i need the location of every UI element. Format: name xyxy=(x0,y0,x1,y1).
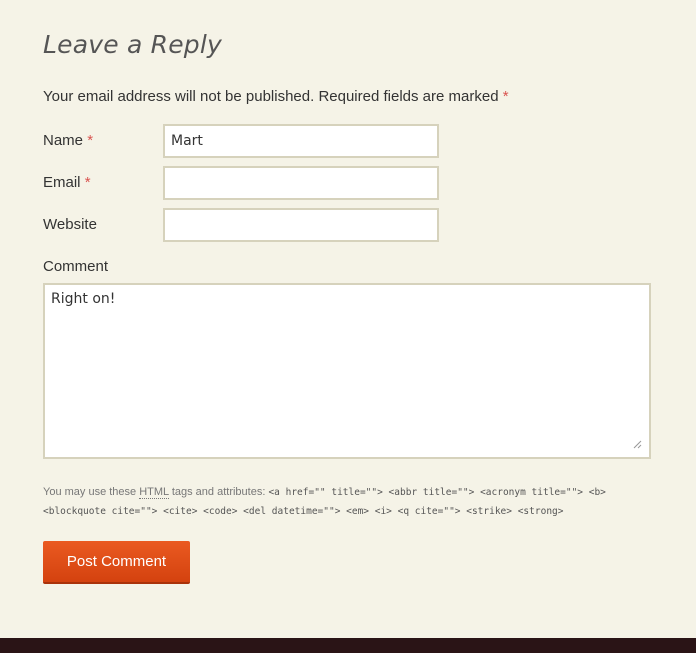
email-row: Email * xyxy=(43,166,463,200)
post-comment-button[interactable]: Post Comment xyxy=(43,541,190,584)
email-input[interactable] xyxy=(163,166,439,200)
website-row: Website xyxy=(43,208,463,242)
comment-notes: Your email address will not be published… xyxy=(43,88,509,105)
reply-title: Leave a Reply xyxy=(43,30,222,59)
name-label-text: Name xyxy=(43,132,84,149)
comment-textarea[interactable]: Right on! xyxy=(43,283,651,459)
email-label-text: Email xyxy=(43,174,81,191)
html-abbr: HTML xyxy=(139,486,169,499)
name-row: Name * xyxy=(43,124,463,158)
name-input[interactable] xyxy=(163,124,439,158)
footer-bar xyxy=(0,638,696,653)
name-required-asterisk: * xyxy=(87,132,94,149)
allowed-tags-middle: tags and attributes: xyxy=(171,486,266,498)
website-input[interactable] xyxy=(163,208,439,242)
name-label: Name * xyxy=(43,132,93,149)
email-label: Email * xyxy=(43,174,91,191)
allowed-tags-note: You may use these HTML tags and attribut… xyxy=(43,483,643,521)
comment-notes-text: Your email address will not be published… xyxy=(43,88,499,105)
website-label-text: Website xyxy=(43,216,97,233)
website-label: Website xyxy=(43,216,97,233)
comment-label: Comment xyxy=(43,258,109,275)
required-asterisk: * xyxy=(502,88,509,105)
allowed-tags-prefix: You may use these xyxy=(43,486,137,498)
email-required-asterisk: * xyxy=(84,174,91,191)
resize-grip-icon[interactable] xyxy=(632,439,642,449)
